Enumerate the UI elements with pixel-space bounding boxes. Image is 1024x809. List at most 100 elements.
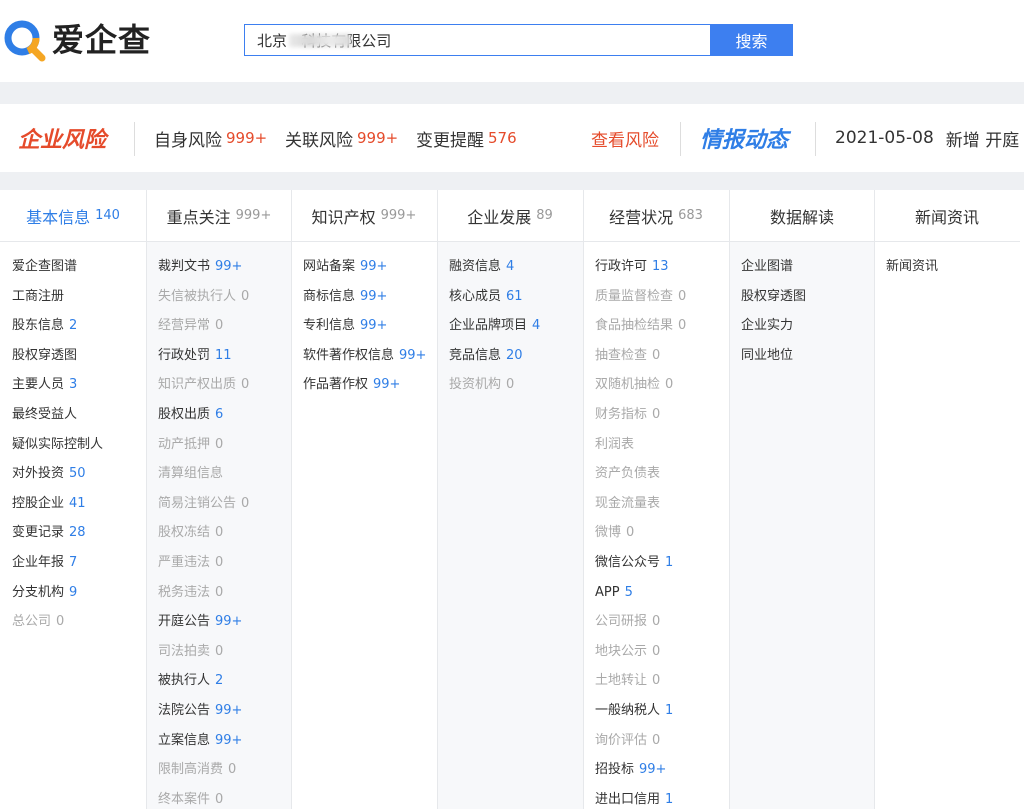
list-item[interactable]: 最终受益人 [12, 400, 146, 430]
list-item[interactable]: 总公司 0 [12, 607, 146, 637]
list-item[interactable]: 软件著作权信息 99+ [303, 341, 437, 371]
list-item[interactable]: 股权冻结 0 [158, 518, 292, 548]
list-item[interactable]: 资产负债表 [595, 459, 729, 489]
divider [134, 122, 135, 156]
list-item-label: 专利信息 [303, 318, 356, 334]
list-item-label: 爱企查图谱 [12, 259, 78, 274]
list-item[interactable]: 变更记录 28 [12, 518, 146, 548]
search-button[interactable]: 搜索 [710, 24, 793, 56]
list-item-label: 进出口信用 [595, 791, 661, 807]
list-item[interactable]: 行政处罚 11 [158, 341, 292, 371]
tab-category[interactable]: 重点关注 999+ [146, 190, 292, 242]
list-item[interactable]: 开庭公告 99+ [158, 607, 292, 637]
list-item[interactable]: 竞品信息 20 [449, 341, 583, 371]
list-item[interactable]: 主要人员 3 [12, 370, 146, 400]
tab-category[interactable]: 新闻资讯 [874, 190, 1020, 242]
list-item-label: 作品著作权 [303, 377, 369, 393]
list-item[interactable]: 专利信息 99+ [303, 311, 437, 341]
category-list: 行政许可 13 质量监督检查 0 食品抽检结果 0 抽查检查 0 双随机抽检 0 财务指标 0 利润表资… [595, 252, 729, 809]
search-box[interactable] [244, 24, 710, 56]
list-item[interactable]: 同业地位 [741, 341, 875, 371]
list-item[interactable]: 企业图谱 [741, 252, 875, 282]
list-item[interactable]: 裁判文书 99+ [158, 252, 292, 282]
risk-label: 关联风险 [285, 130, 353, 151]
list-item-label: 招投标 [595, 762, 635, 778]
list-item[interactable]: 法院公告 99+ [158, 696, 292, 726]
list-item[interactable]: 作品著作权 99+ [303, 370, 437, 400]
list-item-count: 99+ [215, 732, 243, 748]
list-item[interactable]: 对外投资 50 [12, 459, 146, 489]
list-item[interactable]: 招投标 99+ [595, 755, 729, 785]
logo[interactable]: 爱企查 [2, 18, 151, 62]
list-item[interactable]: 融资信息 4 [449, 252, 583, 282]
list-item[interactable]: 询价评估 0 [595, 726, 729, 756]
list-item[interactable]: 股权穿透图 [12, 341, 146, 371]
list-item[interactable]: 土地转让 0 [595, 666, 729, 696]
list-item[interactable]: 疑似实际控制人 [12, 430, 146, 460]
list-item[interactable]: 税务违法 0 [158, 578, 292, 608]
column-divider [291, 190, 292, 809]
list-item-label: 融资信息 [449, 259, 502, 274]
list-item[interactable]: 经营异常 0 [158, 311, 292, 341]
list-item[interactable]: 限制高消费 0 [158, 755, 292, 785]
list-item[interactable]: 食品抽检结果 0 [595, 311, 729, 341]
category-column: 重点关注 999+ 裁判文书 99+ 失信被执行人 0 经营异常 0 行政处罚 11 知识产权出质 0… [146, 190, 292, 809]
tab-category[interactable]: 基本信息 140 [0, 190, 146, 242]
list-item[interactable]: 双随机抽检 0 [595, 370, 729, 400]
tab-category[interactable]: 经营状况 683 [583, 190, 729, 242]
list-item[interactable]: 抽查检查 0 [595, 341, 729, 371]
list-item[interactable]: 商标信息 99+ [303, 282, 437, 312]
list-item[interactable]: 公司研报 0 [595, 607, 729, 637]
list-item[interactable]: 进出口信用 1 [595, 785, 729, 809]
list-item[interactable]: 利润表 [595, 430, 729, 460]
list-item[interactable]: 现金流量表 [595, 489, 729, 519]
list-item[interactable]: 清算组信息 [158, 459, 292, 489]
list-item[interactable]: 企业实力 [741, 311, 875, 341]
list-item[interactable]: 企业品牌项目 4 [449, 311, 583, 341]
list-item[interactable]: 质量监督检查 0 [595, 282, 729, 312]
list-item[interactable]: 工商注册 [12, 282, 146, 312]
list-item-count: 0 [215, 584, 224, 600]
tab-count: 999+ [235, 208, 272, 223]
list-item[interactable]: 投资机构 0 [449, 370, 583, 400]
risk-item-change[interactable]: 变更提醒 576 [416, 104, 517, 172]
list-item[interactable]: 知识产权出质 0 [158, 370, 292, 400]
list-item[interactable]: 财务指标 0 [595, 400, 729, 430]
list-item[interactable]: 严重违法 0 [158, 548, 292, 578]
list-item[interactable]: 动产抵押 0 [158, 430, 292, 460]
list-item[interactable]: APP 5 [595, 578, 729, 608]
list-item[interactable]: 司法拍卖 0 [158, 637, 292, 667]
risk-item-related[interactable]: 关联风险 999+ [285, 104, 398, 172]
list-item[interactable]: 一般纳税人 1 [595, 696, 729, 726]
list-item-label: 失信被执行人 [158, 288, 237, 304]
dynamic-info[interactable]: 2021-05-08 新增 开庭 [835, 104, 1019, 172]
list-item[interactable]: 核心成员 61 [449, 282, 583, 312]
list-item[interactable]: 股权穿透图 [741, 282, 875, 312]
list-item[interactable]: 地块公示 0 [595, 637, 729, 667]
list-item[interactable]: 新闻资讯 [886, 252, 1020, 282]
list-item[interactable]: 网站备案 99+ [303, 252, 437, 282]
list-item-count: 0 [215, 525, 224, 541]
list-item-label: 询价评估 [595, 732, 648, 748]
list-item[interactable]: 被执行人 2 [158, 666, 292, 696]
check-risk-link[interactable]: 查看风险 [591, 104, 659, 172]
list-item[interactable]: 股权出质 6 [158, 400, 292, 430]
tab-category[interactable]: 知识产权 999+ [291, 190, 437, 242]
risk-item-self[interactable]: 自身风险 999+ [154, 104, 267, 172]
list-item[interactable]: 失信被执行人 0 [158, 282, 292, 312]
list-item[interactable]: 企业年报 7 [12, 548, 146, 578]
tab-category[interactable]: 企业发展 89 [437, 190, 583, 242]
list-item[interactable]: 简易注销公告 0 [158, 489, 292, 519]
list-item[interactable]: 爱企查图谱 [12, 252, 146, 282]
list-item[interactable]: 立案信息 99+ [158, 726, 292, 756]
list-item[interactable]: 终本案件 0 [158, 785, 292, 809]
list-item[interactable]: 控股企业 41 [12, 489, 146, 519]
list-item-count: 0 [652, 614, 661, 630]
tab-category[interactable]: 数据解读 [729, 190, 875, 242]
list-item[interactable]: 微博 0 [595, 518, 729, 548]
list-item[interactable]: 微信公众号 1 [595, 548, 729, 578]
list-item[interactable]: 分支机构 9 [12, 578, 146, 608]
list-item-label: 裁判文书 [158, 259, 211, 274]
list-item[interactable]: 股东信息 2 [12, 311, 146, 341]
list-item[interactable]: 行政许可 13 [595, 252, 729, 282]
